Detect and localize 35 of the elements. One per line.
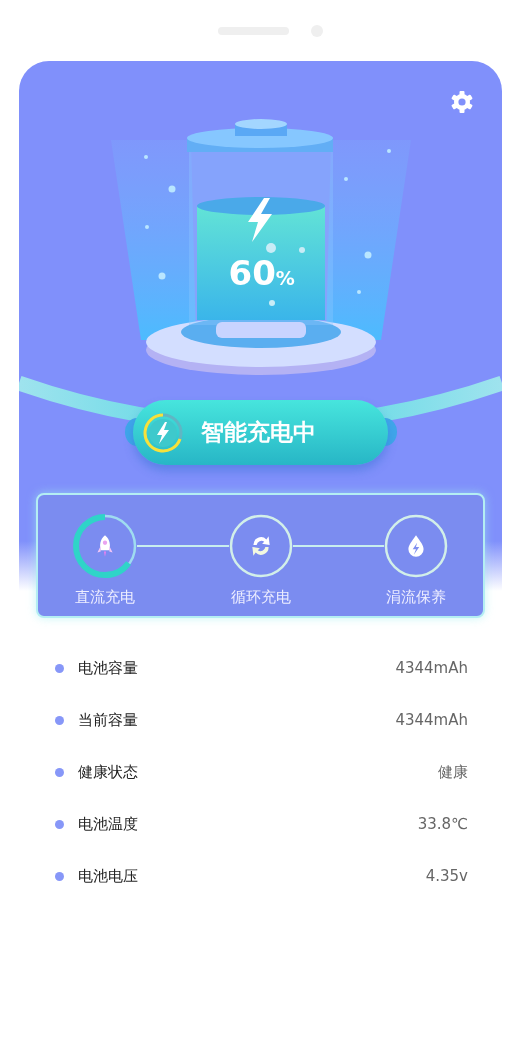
sparkle bbox=[168, 185, 175, 193]
charging-status-button[interactable]: 智能充电中 bbox=[133, 400, 388, 465]
bullet-dot bbox=[55, 767, 64, 777]
bubble bbox=[265, 243, 276, 253]
battery-percent: 60% bbox=[228, 256, 295, 290]
info-value: 4344mAh bbox=[395, 659, 468, 677]
info-value: 33.8℃ bbox=[417, 815, 468, 833]
info-value: 健康 bbox=[438, 762, 468, 782]
sparkle bbox=[143, 155, 148, 159]
bullet-dot bbox=[55, 715, 64, 725]
sparkle bbox=[144, 225, 149, 229]
mode-label: 循环充电 bbox=[230, 588, 291, 607]
mode-label: 直流充电 bbox=[75, 588, 135, 607]
info-label: 电池电压 bbox=[78, 866, 139, 886]
charging-icon bbox=[143, 412, 183, 453]
settings-icon[interactable] bbox=[450, 90, 474, 114]
bullet-dot bbox=[55, 871, 64, 881]
bubble bbox=[298, 247, 305, 253]
info-label: 电池温度 bbox=[78, 814, 139, 834]
info-value: 4.35v bbox=[425, 867, 468, 885]
mode-button[interactable] bbox=[73, 514, 137, 578]
sparkle bbox=[364, 251, 371, 259]
sparkle bbox=[343, 177, 348, 181]
bullet-dot bbox=[55, 819, 64, 829]
sparkle bbox=[386, 149, 391, 153]
bubble bbox=[268, 300, 275, 306]
lightning-icon bbox=[247, 198, 272, 242]
info-label: 电池容量 bbox=[78, 658, 139, 678]
bullet-dot bbox=[55, 663, 64, 673]
info-value: 4344mAh bbox=[395, 711, 468, 729]
sparkle bbox=[158, 272, 165, 280]
info-label: 当前容量 bbox=[78, 710, 139, 730]
info-label: 健康状态 bbox=[78, 762, 139, 782]
mode-label: 涓流保养 bbox=[386, 588, 446, 607]
sparkle bbox=[356, 290, 361, 294]
